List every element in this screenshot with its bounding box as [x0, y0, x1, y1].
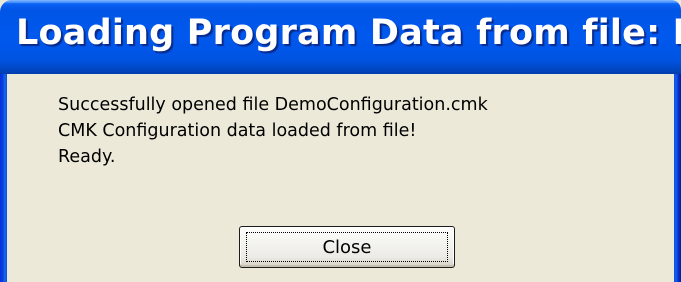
- loading-dialog: Loading Program Data from file: De... Su…: [0, 0, 681, 282]
- status-messages: Successfully opened file DemoConfigurati…: [58, 92, 488, 170]
- window-frame-right: [674, 74, 681, 282]
- close-button-label: Close: [322, 236, 372, 258]
- title-bar[interactable]: Loading Program Data from file: De...: [0, 0, 681, 74]
- dialog-body: Successfully opened file DemoConfigurati…: [7, 74, 674, 282]
- window-frame-left: [0, 74, 7, 282]
- window-title: Loading Program Data from file: De...: [16, 13, 681, 53]
- status-message-opened: Successfully opened file DemoConfigurati…: [58, 95, 488, 115]
- status-message-ready: Ready.: [58, 147, 116, 167]
- close-button[interactable]: Close: [239, 226, 455, 268]
- status-message-loaded: CMK Configuration data loaded from file!: [58, 121, 417, 141]
